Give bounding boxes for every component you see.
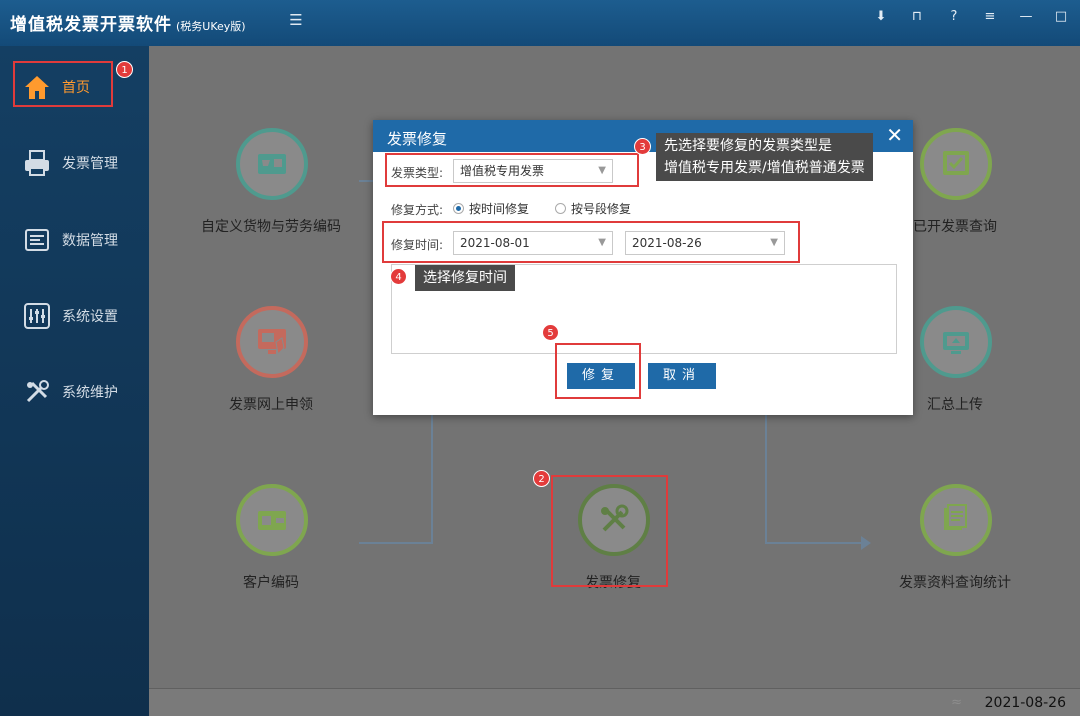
dialog-title: 发票修复 — [387, 130, 448, 148]
upload-monitor-icon — [943, 332, 969, 354]
download-icon[interactable]: ⬇ — [870, 6, 892, 28]
tools-icon — [601, 504, 629, 532]
radio-label: 按号段修复 — [571, 202, 632, 216]
tile-circle — [920, 306, 992, 378]
tools-icon — [26, 380, 49, 403]
tip-line: 增值税专用发票/增值税普通发票 — [664, 160, 865, 176]
maximize-icon[interactable]: □ — [1050, 6, 1072, 28]
close-icon[interactable]: ✕ — [886, 123, 903, 147]
tile-invoice-statistics[interactable]: 发票资料查询统计 — [865, 484, 1045, 614]
menu-icon[interactable]: ≡ — [979, 6, 1001, 28]
tile-circle — [920, 128, 992, 200]
cancel-button[interactable]: 取消 — [648, 363, 716, 389]
sliders-icon — [24, 303, 50, 329]
tile-label: 发票修复 — [585, 575, 641, 591]
tip-invoice-type: 先选择要修复的发票类型是 增值税专用发票/增值税普通发票 — [656, 133, 873, 181]
repair-time-label: 修复时间: — [391, 238, 444, 252]
menu-toggle-icon[interactable]: ☰ — [286, 10, 306, 30]
tile-circle — [578, 484, 650, 556]
printer-icon — [25, 150, 49, 176]
tile-circle — [236, 306, 308, 378]
invoice-type-value: 增值税专用发票 — [460, 164, 545, 178]
chevron-down-icon: ▼ — [770, 237, 778, 248]
tip-repair-time: 选择修复时间 — [415, 265, 515, 291]
radio-label: 按时间修复 — [469, 202, 530, 216]
flow-line — [359, 180, 373, 182]
film-check-icon — [943, 151, 969, 175]
step-badge-1: 1 — [116, 61, 133, 78]
wallet-icon — [258, 511, 286, 530]
flow-arrow — [765, 542, 865, 544]
sidebar-item-system-settings[interactable]: 系统设置 — [0, 291, 149, 341]
sidebar-item-label: 数据管理 — [62, 233, 118, 249]
tile-invoice-apply[interactable]: 发票网上申领 — [181, 306, 361, 436]
radio-dot — [555, 203, 566, 214]
flow-line — [431, 414, 433, 544]
invoice-type-label: 发票类型: — [391, 166, 444, 180]
step-badge-2: 2 — [533, 470, 550, 487]
invoice-type-select[interactable]: 增值税专用发票 ▼ — [453, 159, 613, 183]
cart-card-icon — [258, 154, 286, 174]
docs-search-icon — [944, 504, 967, 530]
sidebar: 首页 发票管理 数据管理 系统设置 系统维护 — [0, 46, 149, 716]
tile-invoice-repair[interactable]: 发票修复 — [523, 484, 703, 614]
end-date-value: 2021-08-26 — [632, 236, 702, 250]
status-date: 2021-08-26 — [984, 695, 1066, 711]
radio-dot — [453, 203, 464, 214]
help-icon[interactable]: ? — [943, 6, 965, 28]
tile-circle — [236, 128, 308, 200]
radio-repair-by-number[interactable]: 按号段修复 — [555, 200, 631, 217]
app-title: 增值税发票开票软件 (税务UKey版) — [10, 15, 246, 35]
chevron-down-icon: ▼ — [598, 237, 606, 248]
tile-circle — [236, 484, 308, 556]
tile-circle — [920, 484, 992, 556]
flow-line — [765, 414, 767, 544]
step-badge-4: 4 — [390, 268, 407, 285]
pin-icon[interactable]: ⊓ — [906, 6, 928, 28]
sidebar-item-invoice-management[interactable]: 发票管理 — [0, 138, 149, 188]
tile-customer-coding[interactable]: 客户编码 — [181, 484, 361, 614]
step-badge-5: 5 — [542, 324, 559, 341]
step-badge-3: 3 — [634, 138, 651, 155]
repair-mode-label: 修复方式: — [391, 203, 444, 217]
data-icon — [25, 229, 49, 251]
end-date-picker[interactable]: 2021-08-26 ▼ — [625, 231, 785, 255]
title-bar: 增值税发票开票软件 (税务UKey版) ☰ ⬇ ⊓ ? ≡ — □ — [0, 0, 1080, 46]
tile-label: 客户编码 — [243, 575, 299, 591]
sidebar-item-label: 系统维护 — [62, 385, 118, 401]
sidebar-item-label: 首页 — [62, 80, 90, 96]
home-icon — [25, 76, 49, 99]
start-date-value: 2021-08-01 — [460, 236, 530, 250]
radio-repair-by-time[interactable]: 按时间修复 — [453, 200, 529, 217]
minimize-icon[interactable]: — — [1015, 6, 1037, 28]
sidebar-item-label: 系统设置 — [62, 309, 118, 325]
wifi-icon: ≈ — [951, 695, 962, 710]
sidebar-item-label: 发票管理 — [62, 156, 118, 172]
flow-line — [359, 542, 433, 544]
app-subtitle: (税务UKey版) — [176, 20, 246, 33]
start-date-picker[interactable]: 2021-08-01 ▼ — [453, 231, 613, 255]
tile-label: 发票资料查询统计 — [899, 575, 1011, 591]
tile-goods-coding[interactable]: 自定义货物与劳务编码 — [181, 128, 361, 258]
chevron-down-icon: ▼ — [598, 165, 606, 176]
tile-label: 发票网上申领 — [229, 397, 313, 413]
tile-label: 自定义货物与劳务编码 — [201, 219, 341, 235]
sidebar-item-system-maintenance[interactable]: 系统维护 — [0, 367, 149, 417]
sidebar-item-data-management[interactable]: 数据管理 — [0, 215, 149, 265]
tip-line: 先选择要修复的发票类型是 — [664, 138, 832, 154]
status-bar: ≈ 2021-08-26 — [149, 688, 1080, 716]
repair-button[interactable]: 修复 — [567, 363, 635, 389]
monitor-hand-icon — [258, 329, 286, 356]
